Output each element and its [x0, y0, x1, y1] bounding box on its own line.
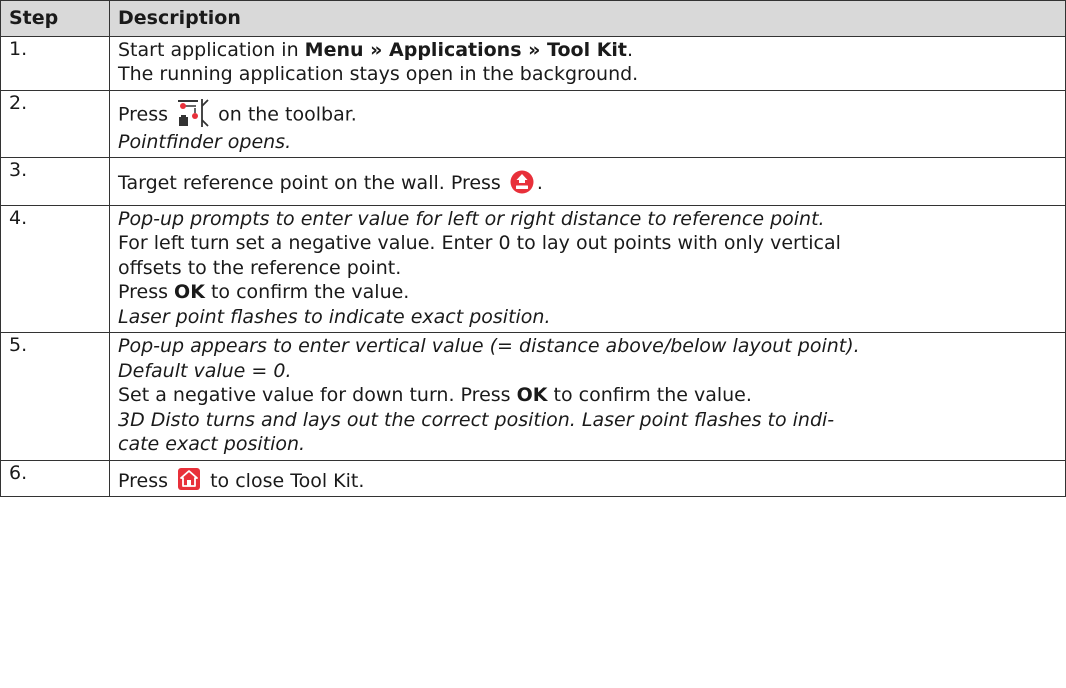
text: Start application in — [118, 38, 305, 61]
pointfinder-toolbar-icon — [178, 98, 209, 127]
description-line: Press on the toolbar. — [118, 98, 1057, 130]
step-number: 6. — [0, 459, 110, 497]
text: . — [627, 38, 634, 61]
table-row: 6. Press to close Tool Kit. — [0, 459, 1066, 497]
step-description: Pop-up prompts to enter value for left o… — [109, 204, 1066, 333]
text: to close Tool Kit. — [210, 469, 365, 492]
description-line: Press OK to confirm the value. — [118, 280, 1057, 305]
step-number: 2. — [0, 89, 110, 158]
text: . — [536, 172, 543, 194]
result-line: cate exact position. — [118, 433, 306, 455]
menu-path: Menu » Applications » Tool Kit — [304, 38, 628, 61]
table-row: 5. Pop-up appears to enter vertical valu… — [0, 332, 1066, 461]
header-row: Step Description — [0, 0, 1066, 37]
text: to confirm the value. — [547, 384, 752, 406]
text: Press — [118, 281, 175, 303]
text: Target reference point on the wall. Pres… — [118, 172, 501, 194]
step-description: Target reference point on the wall. Pres… — [109, 157, 1066, 206]
description-line: For left turn set a negative value. Ente… — [118, 232, 841, 254]
step-description: Press on the toolbar. Pointfinder opens. — [109, 89, 1066, 158]
dist-key-icon — [510, 170, 534, 193]
step-description: Pop-up appears to enter vertical value (… — [109, 332, 1066, 461]
result-line: Pointfinder opens. — [118, 130, 292, 153]
step-number: 5. — [0, 332, 110, 461]
description-line: offsets to the reference point. — [118, 256, 402, 279]
result-line: Laser point flashes to indicate exact po… — [118, 305, 551, 328]
result-line: 3D Disto turns and lays out the correct … — [118, 408, 835, 431]
description-line: Start application in Menu » Applications… — [118, 38, 1057, 63]
table-row: 2. Press on the toolbar. Pointfinder ope… — [0, 89, 1066, 158]
text: on the toolbar. — [218, 103, 357, 125]
text: Press — [118, 469, 169, 492]
step-description: Press to close Tool Kit. — [109, 459, 1066, 497]
result-line: Default value = 0. — [118, 359, 292, 382]
step-number: 3. — [0, 157, 110, 206]
ok-key: OK — [174, 281, 205, 303]
description-line: Press to close Tool Kit. — [118, 468, 1057, 494]
header-step: Step — [0, 0, 110, 37]
text: to confirm the value. — [204, 281, 410, 303]
step-number: 4. — [0, 204, 110, 333]
result-line: Pop-up prompts to enter value for left o… — [118, 207, 825, 230]
result-line: Pop-up appears to enter vertical value (… — [118, 335, 860, 357]
description-line: Target reference point on the wall. Pres… — [118, 170, 1057, 196]
step-number: 1. — [0, 35, 110, 91]
step-description: Start application in Menu » Applications… — [109, 35, 1066, 91]
table-row: 3. Target reference point on the wall. P… — [0, 157, 1066, 206]
ok-key: OK — [516, 384, 548, 406]
home-key-icon — [178, 468, 201, 490]
steps-table: Step Description 1. Start application in… — [0, 0, 1066, 497]
description-line: Set a negative value for down turn. Pres… — [118, 383, 1057, 408]
text: Press — [118, 103, 169, 125]
table-row: 1. Start application in Menu » Applicati… — [0, 35, 1066, 91]
table-row: 4. Pop-up prompts to enter value for lef… — [0, 204, 1066, 333]
description-line: The running application stays open in th… — [118, 63, 639, 85]
header-description: Description — [109, 0, 1066, 37]
text: Set a negative value for down turn. Pres… — [118, 384, 517, 406]
